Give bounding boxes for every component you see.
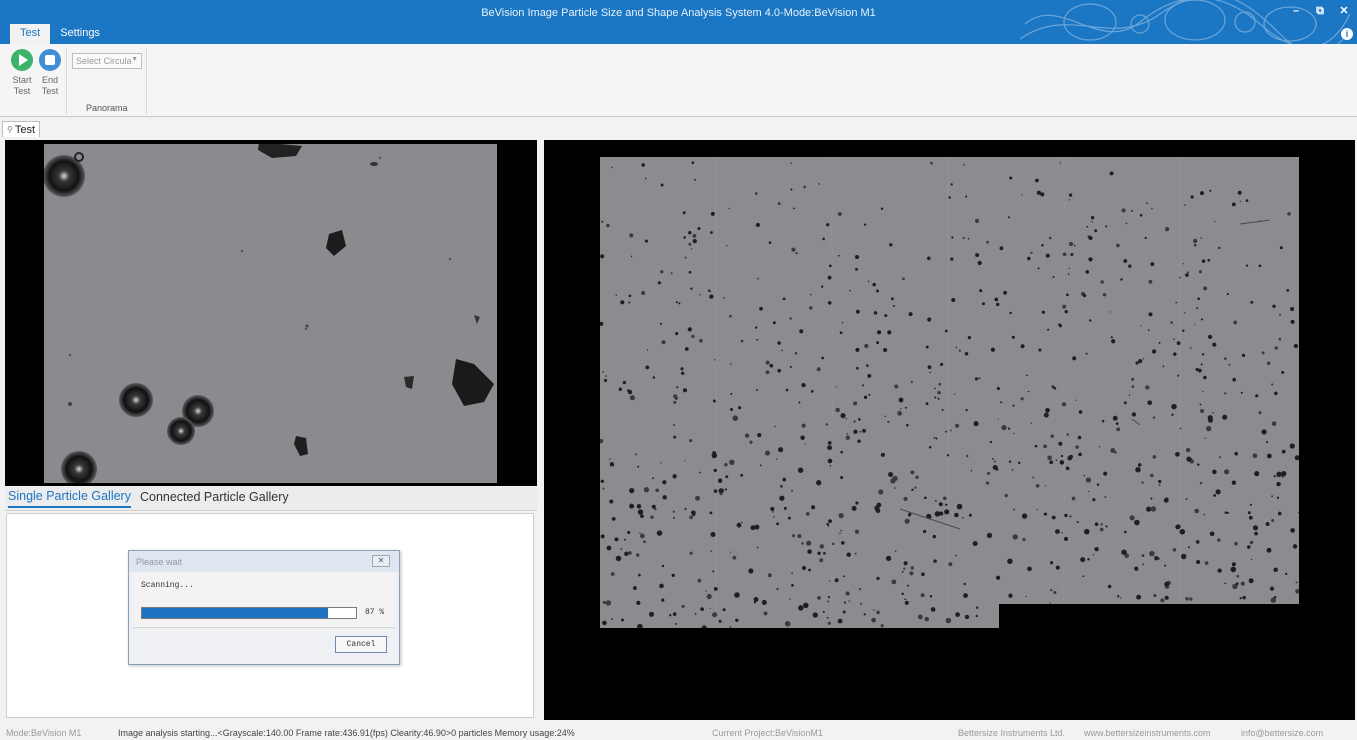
status-message: Image analysis starting...<Grayscale:140… (118, 728, 575, 738)
title-bar: BeVision Image Particle Size and Shape A… (0, 0, 1357, 44)
status-bar: Mode:BeVision M1 Image analysis starting… (0, 724, 1357, 740)
magnifier-icon: ⚲ (7, 125, 13, 134)
status-email[interactable]: info@bettersize.com (1241, 728, 1323, 738)
tab-settings[interactable]: Settings (50, 24, 110, 44)
panorama-particles (600, 157, 1299, 628)
start-test-label: Start Test (12, 75, 32, 96)
dialog-message: Scanning... (141, 581, 194, 590)
panorama-group-label: Panorama (86, 103, 128, 113)
gallery-tabs: Single Particle Gallery Connected Partic… (5, 487, 537, 511)
info-icon[interactable]: i (1341, 28, 1353, 40)
progress-bar-fill (142, 608, 329, 618)
cancel-button[interactable]: Cancel (335, 636, 387, 653)
dialog-body: Scanning... 87 % (133, 573, 395, 628)
window-controls: – ⧉ ✕ (1289, 4, 1351, 18)
panorama-panel (544, 140, 1355, 720)
restore-icon[interactable]: ⧉ (1313, 4, 1327, 18)
end-test-label: End Test (41, 75, 59, 96)
ribbon-tabs: Test Settings (10, 24, 110, 44)
document-tab-test[interactable]: ⚲ Test (2, 121, 41, 137)
start-test-button[interactable]: Start Test (7, 49, 37, 97)
select-circle-dropdown[interactable]: Select Circula ▼ (72, 53, 142, 69)
status-mode: Mode:BeVision M1 (6, 728, 82, 738)
close-icon[interactable]: ✕ (1337, 4, 1351, 18)
minimize-icon[interactable]: – (1289, 4, 1303, 18)
play-icon (11, 49, 33, 71)
dialog-title: Please wait (136, 557, 183, 567)
status-website[interactable]: www.bettersizeinstruments.com (1084, 728, 1211, 738)
window-title: BeVision Image Particle Size and Shape A… (481, 7, 876, 19)
ribbon: Start Test End Test Select Circula ▼ Pan… (0, 44, 1357, 117)
progress-percent: 87 % (365, 608, 385, 617)
select-circle-value: Select Circula (76, 56, 132, 66)
ribbon-divider (66, 48, 67, 114)
tab-single-particle-gallery[interactable]: Single Particle Gallery (8, 489, 131, 508)
panorama-image (600, 157, 1299, 628)
stop-icon (39, 49, 61, 71)
chevron-down-icon: ▼ (131, 56, 138, 63)
close-icon[interactable]: ✕ (372, 555, 390, 567)
panorama-unscanned-area (999, 604, 1299, 628)
ribbon-divider (146, 48, 147, 114)
progress-dialog: Please wait ✕ Scanning... 87 % Cancel (128, 550, 400, 665)
tab-test[interactable]: Test (10, 24, 51, 44)
particle-image (44, 144, 494, 483)
tab-connected-particle-gallery[interactable]: Connected Particle Gallery (140, 490, 289, 507)
end-test-button[interactable]: End Test (35, 49, 65, 97)
live-image-panel (5, 140, 537, 486)
status-company: Bettersize Instruments Ltd. (958, 728, 1066, 738)
status-project: Current Project:BeVisionM1 (712, 728, 823, 738)
progress-bar (141, 607, 357, 619)
dialog-title-bar: Please wait ✕ (129, 551, 399, 572)
live-camera-image (44, 144, 497, 483)
document-tab-label: Test (14, 123, 36, 136)
